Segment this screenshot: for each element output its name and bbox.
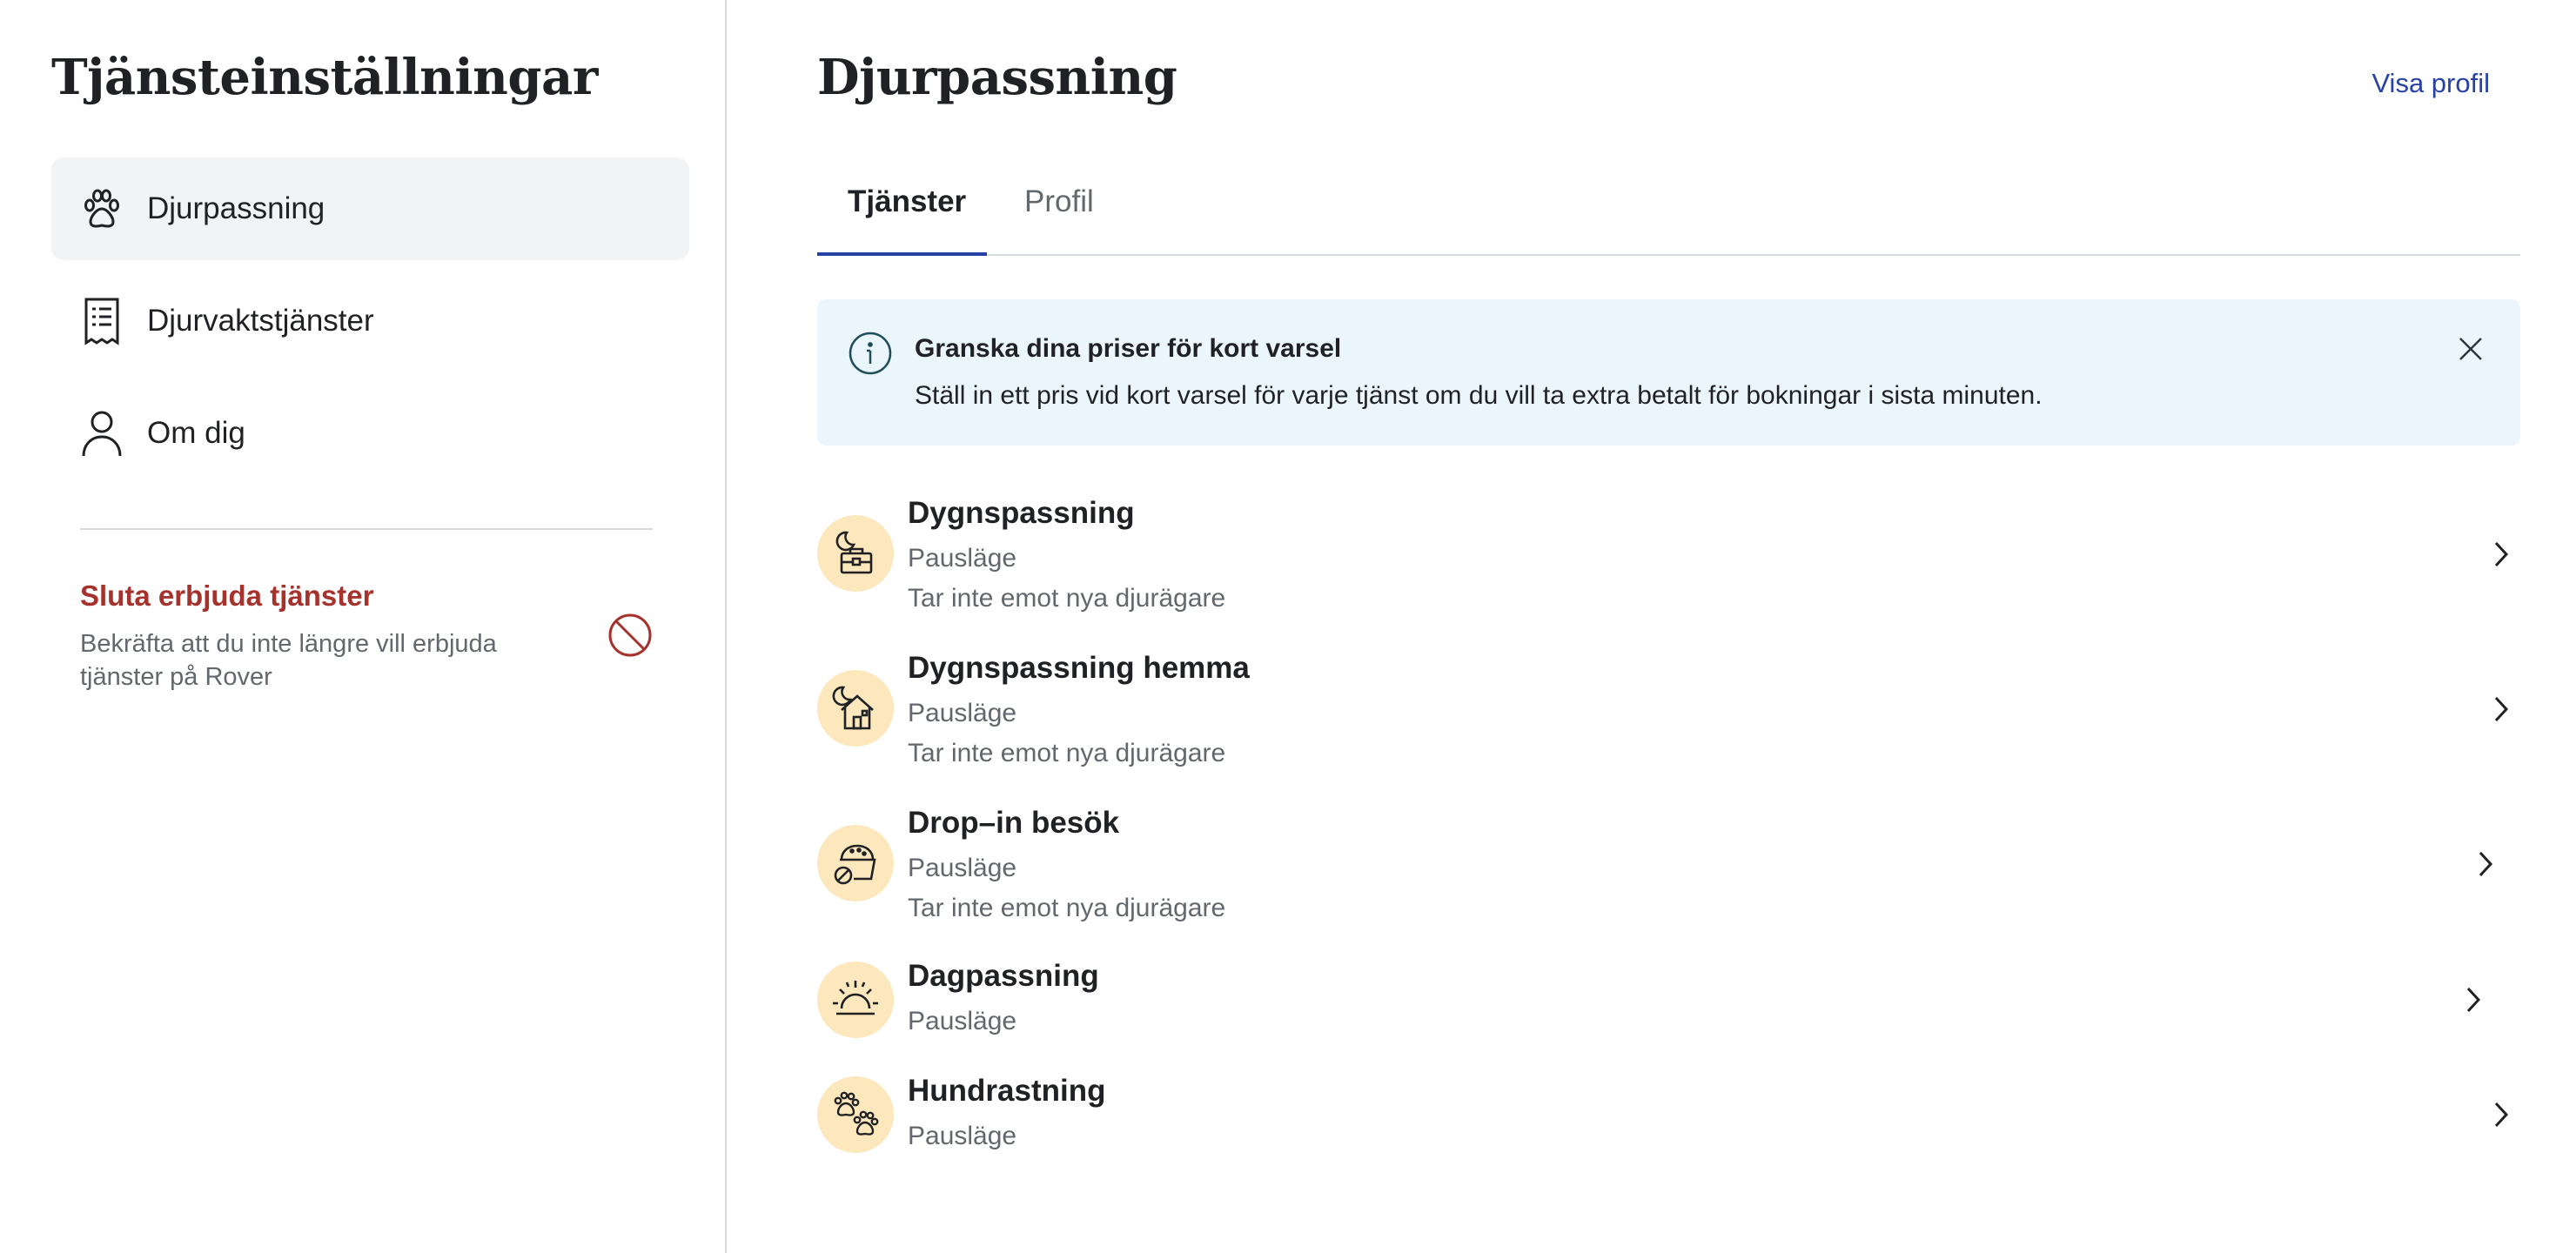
- service-name: Dygnspassning: [908, 496, 1135, 530]
- service-note: Tar inte emot nya djurägare: [908, 894, 1226, 922]
- view-profile-link[interactable]: Visa profil: [2371, 68, 2490, 99]
- service-status: Pausläge: [908, 1007, 1017, 1035]
- tab-bar: Tjänster Profil: [817, 165, 2520, 256]
- sidebar-divider: [80, 528, 653, 530]
- close-icon[interactable]: [2456, 334, 2485, 364]
- service-status: Pausläge: [908, 854, 1017, 882]
- service-name: Dygnspassning hemma: [908, 651, 1250, 685]
- service-note: Tar inte emot nya djurägare: [908, 584, 1226, 613]
- sunrise-icon: [817, 962, 894, 1038]
- sidebar-item-djurpassning[interactable]: Djurpassning: [51, 157, 689, 260]
- tab-profil[interactable]: Profil: [1024, 184, 1094, 219]
- service-name: Dagpassning: [908, 959, 1099, 993]
- stop-offering-title[interactable]: Sluta erbjuda tjänster: [80, 580, 373, 613]
- short-notice-banner: Granska dina priser för kort varsel Stäl…: [817, 299, 2520, 446]
- chevron-right-icon: [2466, 987, 2481, 1013]
- sidebar-item-label: Djurpassning: [147, 191, 325, 225]
- service-row-dygnspassning[interactable]: Dygnspassning Pausläge Tar inte emot nya…: [817, 487, 2520, 626]
- service-row-dygnspassning-hemma[interactable]: Dygnspassning hemma Pausläge Tar inte em…: [817, 642, 2520, 781]
- info-icon: [849, 332, 892, 375]
- sidebar-item-djurvaktstjanster[interactable]: Djurvaktstjänster: [51, 270, 689, 372]
- receipt-icon: [79, 295, 124, 347]
- page-title: Djurpassning: [817, 49, 1177, 106]
- sidebar-item-om-dig[interactable]: Om dig: [51, 382, 689, 485]
- tab-tjanster[interactable]: Tjänster: [848, 184, 966, 219]
- paw-icon: [79, 183, 124, 235]
- service-row-hundrastning[interactable]: Hundrastning Pausläge: [817, 1067, 2520, 1164]
- prohibited-icon[interactable]: [607, 612, 654, 659]
- chevron-right-icon: [2494, 696, 2509, 722]
- sidebar-item-label: Djurvaktstjänster: [147, 304, 374, 338]
- chevron-right-icon: [2494, 1102, 2509, 1128]
- service-name: Hundrastning: [908, 1074, 1106, 1108]
- banner-title: Granska dina priser för kort varsel: [915, 334, 1342, 363]
- settings-sidebar: Tjänsteinställningar Djurpassning Djurva…: [0, 0, 727, 1253]
- service-note: Tar inte emot nya djurägare: [908, 739, 1226, 767]
- food-bowl-icon: [817, 825, 894, 901]
- service-status: Pausläge: [908, 544, 1017, 573]
- paw-prints-icon: [817, 1076, 894, 1153]
- service-status: Pausläge: [908, 699, 1017, 727]
- moon-house-icon: [817, 670, 894, 747]
- banner-text: Ställ in ett pris vid kort varsel för va…: [915, 381, 2043, 410]
- sidebar-title: Tjänsteinställningar: [51, 49, 598, 106]
- user-icon: [79, 407, 124, 459]
- stop-offering-description: Bekräfta att du inte längre vill erbjuda…: [80, 630, 497, 691]
- service-row-dagpassning[interactable]: Dagpassning Pausläge: [817, 952, 2520, 1049]
- chevron-right-icon: [2479, 851, 2493, 877]
- service-name: Drop–in besök: [908, 806, 1120, 840]
- moon-suitcase-icon: [817, 515, 894, 592]
- service-status: Pausläge: [908, 1122, 1017, 1150]
- chevron-right-icon: [2494, 541, 2509, 567]
- active-tab-indicator: [817, 252, 987, 256]
- sidebar-item-label: Om dig: [147, 416, 245, 450]
- service-row-drop-in-besok[interactable]: Drop–in besök Pausläge Tar inte emot nya…: [817, 797, 2520, 936]
